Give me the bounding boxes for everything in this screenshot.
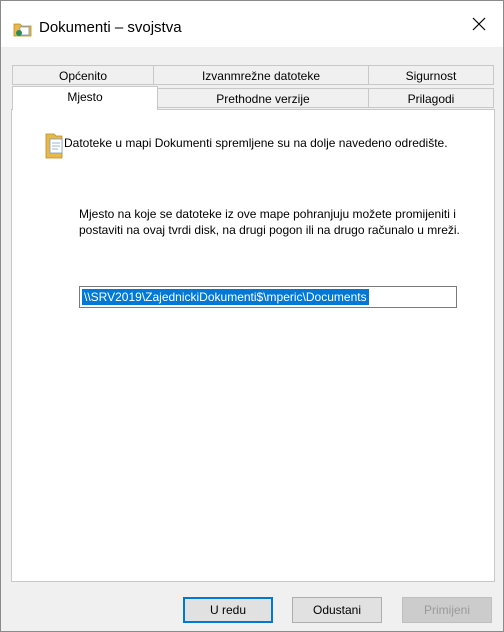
title-bar[interactable]: Dokumenti – svojstva (1, 1, 503, 47)
location-info-text: Datoteke u mapi Dokumenti spremljene su … (64, 136, 448, 150)
close-button[interactable] (457, 1, 503, 47)
tab-opcenito[interactable]: Općenito (12, 65, 154, 85)
apply-button[interactable]: Primijeni (402, 597, 492, 623)
tab-sigurnost[interactable]: Sigurnost (368, 65, 494, 85)
documents-folder-icon (13, 21, 33, 37)
window-title: Dokumenti – svojstva (39, 19, 182, 36)
close-icon (472, 17, 486, 31)
location-path-input[interactable]: \\SRV2019\ZajednickiDokumenti$\mperic\Do… (79, 286, 457, 308)
tab-prethodne-verzije[interactable]: Prethodne verzije (157, 88, 369, 108)
location-path-value: \\SRV2019\ZajednickiDokumenti$\mperic\Do… (82, 289, 369, 305)
location-description: Mjesto na koje se datoteke iz ove mape p… (79, 207, 460, 237)
tab-izvanmrezne-datoteke[interactable]: Izvanmrežne datoteke (153, 65, 369, 85)
properties-dialog: Dokumenti – svojstva Općenito Izvanmrežn… (0, 0, 504, 632)
tab-mjesto[interactable]: Mjesto (12, 86, 158, 110)
ok-button[interactable]: U redu (183, 597, 273, 623)
tab-prilagodi[interactable]: Prilagodi (368, 88, 494, 108)
location-panel: Datoteke u mapi Dokumenti spremljene su … (11, 109, 495, 582)
cancel-button[interactable]: Odustani (292, 597, 382, 623)
